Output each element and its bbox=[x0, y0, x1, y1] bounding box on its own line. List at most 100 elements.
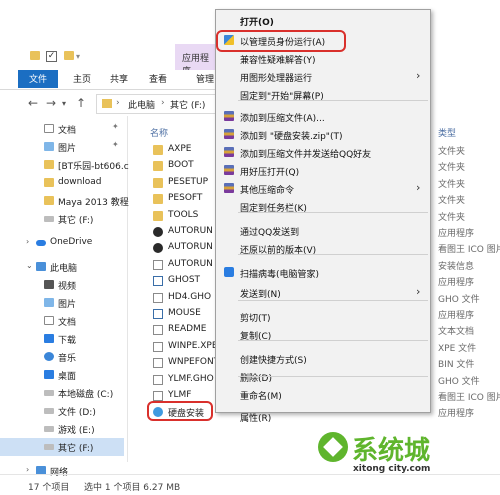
sidebar-item[interactable]: 图片 ✦ bbox=[0, 138, 128, 156]
menu-item[interactable]: 添加到 "硬盘安装.zip"(T) bbox=[216, 124, 430, 144]
file-name: README bbox=[168, 324, 207, 334]
context-menu: 打开(O) 以管理员身份运行(A) 兼容性疑难解答(Y) 用图形处理器运行 › 固定到"开… bbox=[215, 9, 431, 424]
menu-item[interactable]: 还原以前的版本(V) bbox=[216, 238, 430, 258]
file-type: 文件夹 bbox=[438, 163, 466, 173]
collapse-chevron-icon[interactable]: ⌄ bbox=[26, 261, 33, 270]
file-type: 应用程序 bbox=[438, 278, 475, 288]
sidebar-item-label: 音乐 bbox=[58, 354, 77, 364]
sidebar-item[interactable]: 游戏 (E:) bbox=[0, 420, 128, 438]
menu-item[interactable]: 剪切(T) bbox=[216, 306, 430, 326]
breadcrumb-chevron-icon[interactable]: › bbox=[116, 98, 120, 108]
sidebar-item[interactable]: Maya 2013 教程 bbox=[0, 192, 129, 210]
tab-share[interactable]: 共享 bbox=[104, 70, 134, 90]
breadcrumb-chevron-icon[interactable]: › bbox=[161, 98, 165, 108]
file-type: GHO 文件 bbox=[438, 377, 480, 387]
back-arrow-icon[interactable]: ← bbox=[28, 96, 38, 110]
sidebar-item-label: 文档 bbox=[58, 318, 77, 328]
tab-file[interactable]: 文件 bbox=[18, 70, 58, 88]
menu-item[interactable]: 固定到任务栏(K) bbox=[216, 196, 430, 216]
download-icon bbox=[44, 334, 54, 343]
watermark-title: 系统城 bbox=[352, 436, 431, 466]
sidebar-item[interactable]: 音乐 bbox=[0, 348, 128, 366]
menu-item[interactable]: 复制(C) bbox=[216, 324, 430, 344]
watermark-url: xitong city.com bbox=[353, 464, 431, 474]
menu-item[interactable]: 扫描病毒(电脑管家) bbox=[216, 262, 430, 282]
file-type: 文本文档 bbox=[438, 327, 475, 337]
menu-item-label: 发送到(N) bbox=[240, 290, 281, 300]
menu-item[interactable]: 添加到压缩文件(A)... bbox=[216, 106, 430, 126]
sidebar-item-label: Maya 2013 教程 bbox=[58, 198, 129, 208]
menu-separator bbox=[238, 376, 428, 377]
sidebar-item-label: 下载 bbox=[58, 336, 77, 346]
menu-item[interactable]: 创建快捷方式(S) bbox=[216, 348, 430, 368]
quick-access-dropdown-icon[interactable]: ▾ bbox=[76, 52, 80, 61]
menu-item-label: 兼容性疑难解答(Y) bbox=[240, 56, 316, 66]
menu-item[interactable]: 发送到(N) › bbox=[216, 282, 430, 302]
zip-icon bbox=[224, 165, 234, 175]
doc-icon bbox=[153, 358, 163, 368]
menu-item[interactable]: 其他压缩命令 › bbox=[216, 178, 430, 198]
menu-item[interactable]: 通过QQ发送到 bbox=[216, 220, 430, 240]
file-type: 应用程序 bbox=[438, 311, 475, 321]
column-header-name[interactable]: 名称 bbox=[150, 126, 168, 139]
menu-item[interactable]: 用图形处理器运行 › bbox=[216, 66, 430, 86]
sidebar-item[interactable]: 其它 (F:) bbox=[0, 210, 128, 228]
file-name: YLMF bbox=[168, 390, 192, 400]
zip-icon bbox=[224, 129, 234, 139]
menu-item[interactable]: 添加到压缩文件并发送给QQ好友 bbox=[216, 142, 430, 162]
breadcrumb-pc[interactable]: 此电脑 bbox=[128, 98, 155, 111]
doc-icon bbox=[153, 391, 163, 401]
breadcrumb-drive[interactable]: 其它 (F:) bbox=[170, 98, 205, 111]
sidebar-item[interactable]: 下载 bbox=[0, 330, 128, 348]
file-name: BOOT bbox=[168, 160, 194, 170]
sidebar-item[interactable]: [BT乐园-bt606.c bbox=[0, 156, 129, 174]
recent-dropdown-icon[interactable]: ▾ bbox=[62, 99, 66, 108]
menu-item[interactable]: 固定到"开始"屏幕(P) bbox=[216, 84, 430, 104]
sidebar-item[interactable]: 文档 bbox=[0, 312, 128, 330]
sidebar-item[interactable]: › OneDrive bbox=[0, 234, 128, 252]
pin-icon[interactable]: ✦ bbox=[112, 140, 119, 149]
expand-chevron-icon[interactable]: › bbox=[26, 237, 29, 246]
new-folder-icon[interactable] bbox=[64, 51, 74, 60]
sidebar-item[interactable]: 文件 (D:) bbox=[0, 402, 128, 420]
tab-manage[interactable]: 管理 bbox=[196, 70, 216, 90]
pin-icon[interactable]: ✦ bbox=[112, 122, 119, 131]
menu-item[interactable]: 打开(O) bbox=[216, 10, 430, 30]
file-name: AUTORUN bbox=[168, 259, 213, 269]
forward-arrow-icon[interactable]: → bbox=[46, 96, 56, 110]
sidebar-item[interactable]: 本地磁盘 (C:) bbox=[0, 384, 128, 402]
file-type: XPE 文件 bbox=[438, 344, 477, 354]
expand-chevron-icon[interactable]: › bbox=[26, 465, 29, 474]
column-header-type[interactable]: 类型 bbox=[438, 126, 456, 139]
file-name: HD4.GHO bbox=[168, 292, 212, 302]
pictures-icon bbox=[44, 298, 54, 307]
contextual-tab-application[interactable]: 应用程序 bbox=[175, 44, 217, 77]
sidebar-item[interactable]: download bbox=[0, 174, 128, 192]
up-arrow-icon[interactable]: ↑ bbox=[76, 96, 86, 110]
zip-icon bbox=[224, 183, 234, 193]
exe-icon bbox=[153, 243, 163, 253]
zip-icon bbox=[224, 147, 234, 157]
file-type: BIN 文件 bbox=[438, 360, 475, 370]
folder-icon[interactable] bbox=[30, 51, 40, 60]
tab-view[interactable]: 查看 bbox=[141, 70, 175, 90]
sidebar-item[interactable]: 图片 bbox=[0, 294, 128, 312]
menu-item[interactable]: 重命名(M) bbox=[216, 384, 430, 404]
file-name: GHOST bbox=[168, 275, 201, 285]
sidebar-item[interactable]: 文档 ✦ bbox=[0, 120, 128, 138]
highlight-run-as-admin bbox=[216, 30, 346, 52]
tab-home[interactable]: 主页 bbox=[66, 70, 98, 90]
menu-item[interactable]: 用好压打开(Q) bbox=[216, 160, 430, 180]
sidebar-item[interactable]: ⌄ 此电脑 bbox=[0, 258, 128, 276]
sidebar-item-label: 其它 (F:) bbox=[58, 444, 94, 454]
desktop-icon bbox=[44, 370, 54, 379]
properties-check-icon[interactable]: ✓ bbox=[46, 51, 57, 62]
menu-item-label: 添加到 "硬盘安装.zip"(T) bbox=[240, 132, 343, 142]
sidebar-item-selected[interactable]: 其它 (F:) bbox=[0, 438, 124, 456]
sidebar-item[interactable]: 桌面 bbox=[0, 366, 128, 384]
sidebar-item-label: 文件 (D:) bbox=[58, 408, 96, 418]
sidebar-item[interactable]: 视频 bbox=[0, 276, 128, 294]
menu-item[interactable]: 属性(R) bbox=[216, 406, 430, 426]
file-type: 文件夹 bbox=[438, 180, 466, 190]
file-type: 文件夹 bbox=[438, 147, 466, 157]
